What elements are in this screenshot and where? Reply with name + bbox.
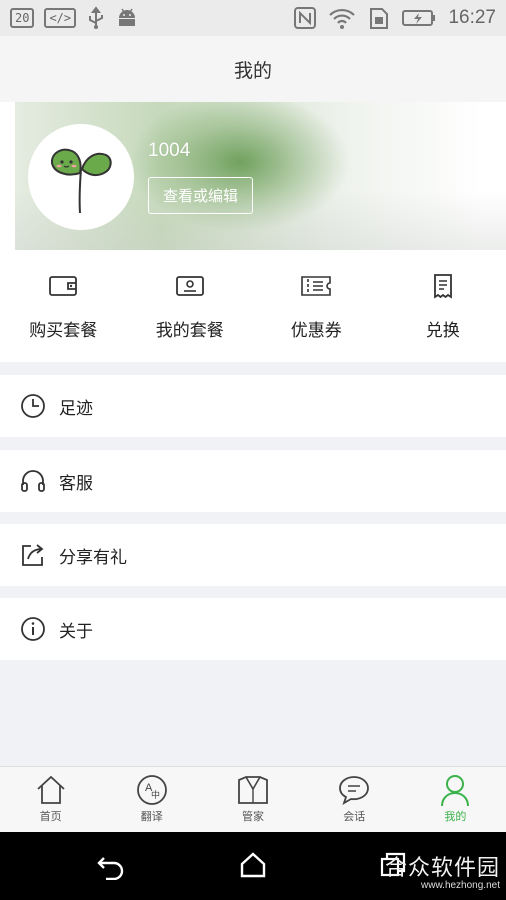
view-edit-profile-button[interactable]: 查看或编辑 xyxy=(148,177,253,214)
title-bar: 我的 xyxy=(0,36,506,102)
usb-icon xyxy=(89,6,104,29)
id-card-icon xyxy=(175,276,204,296)
nav-label: 我的 xyxy=(444,810,467,823)
svg-text:中: 中 xyxy=(151,789,160,801)
sim-icon xyxy=(370,8,389,29)
quick-actions: 购买套餐 我的套餐 优惠券 兑换 xyxy=(0,250,506,362)
action-redeem[interactable]: 兑换 xyxy=(380,250,506,362)
home-button-icon[interactable] xyxy=(240,852,266,878)
status-bar: 20 </> 16:27 xyxy=(0,0,506,36)
nav-butler[interactable]: 管家 xyxy=(202,767,303,832)
avatar[interactable] xyxy=(28,124,134,230)
action-label: 兑换 xyxy=(425,321,460,341)
nav-translate[interactable]: A中 翻译 xyxy=(101,767,202,832)
notification-count-icon: 20 xyxy=(10,8,35,28)
action-my-package[interactable]: 我的套餐 xyxy=(127,250,254,362)
share-icon xyxy=(22,544,44,566)
status-time: 16:27 xyxy=(448,7,496,28)
butler-icon xyxy=(238,776,268,804)
headset-icon xyxy=(21,470,45,492)
wallet-icon xyxy=(49,276,78,296)
nav-label: 首页 xyxy=(39,810,62,823)
home-icon xyxy=(36,775,65,804)
back-icon[interactable] xyxy=(96,852,126,880)
nav-mine[interactable]: 我的 xyxy=(405,767,506,832)
profile-icon xyxy=(441,775,470,807)
watermark-title: 合众软件园 xyxy=(384,856,500,881)
nav-home[interactable]: 首页 xyxy=(0,767,101,832)
action-buy-package[interactable]: 购买套餐 xyxy=(0,250,127,362)
menu-item-about[interactable]: 关于 xyxy=(0,598,506,660)
system-nav-bar: 合众软件园 www.hezhong.net xyxy=(0,832,506,900)
nav-label: 翻译 xyxy=(140,810,163,823)
nav-label: 管家 xyxy=(242,810,264,823)
action-label: 我的套餐 xyxy=(155,321,224,341)
menu-item-footprints[interactable]: 足迹 xyxy=(0,375,506,437)
bottom-nav: 首页 A中 翻译 管家 会话 我的 xyxy=(0,766,506,832)
username: 1004 xyxy=(148,140,191,161)
watermark: 合众软件园 www.hezhong.net xyxy=(385,850,500,891)
action-label: 购买套餐 xyxy=(29,321,98,341)
profile-header: 1004 查看或编辑 xyxy=(0,102,506,250)
android-icon xyxy=(119,8,136,26)
action-label: 优惠券 xyxy=(290,321,342,341)
menu-item-label: 关于 xyxy=(59,621,93,642)
menu-item-share[interactable]: 分享有礼 xyxy=(0,524,506,586)
chat-icon xyxy=(339,776,370,805)
coupon-icon xyxy=(301,276,332,296)
action-coupons[interactable]: 优惠券 xyxy=(253,250,380,362)
translate-icon: A中 xyxy=(136,775,167,805)
clock-icon xyxy=(21,394,45,418)
nav-label: 会话 xyxy=(343,810,366,823)
debug-icon: </> xyxy=(44,8,77,28)
menu-item-label: 足迹 xyxy=(59,398,93,419)
nfc-icon xyxy=(294,7,317,29)
battery-charging-icon xyxy=(402,10,436,26)
menu-item-customer-service[interactable]: 客服 xyxy=(0,450,506,512)
nav-chat[interactable]: 会话 xyxy=(304,767,405,832)
receipt-icon xyxy=(433,274,452,299)
info-icon xyxy=(21,617,45,641)
wifi-icon xyxy=(329,8,356,29)
page-title: 我的 xyxy=(233,59,272,82)
menu-item-label: 分享有礼 xyxy=(59,547,127,568)
menu-item-label: 客服 xyxy=(59,473,93,494)
sprout-avatar-icon xyxy=(50,148,112,214)
